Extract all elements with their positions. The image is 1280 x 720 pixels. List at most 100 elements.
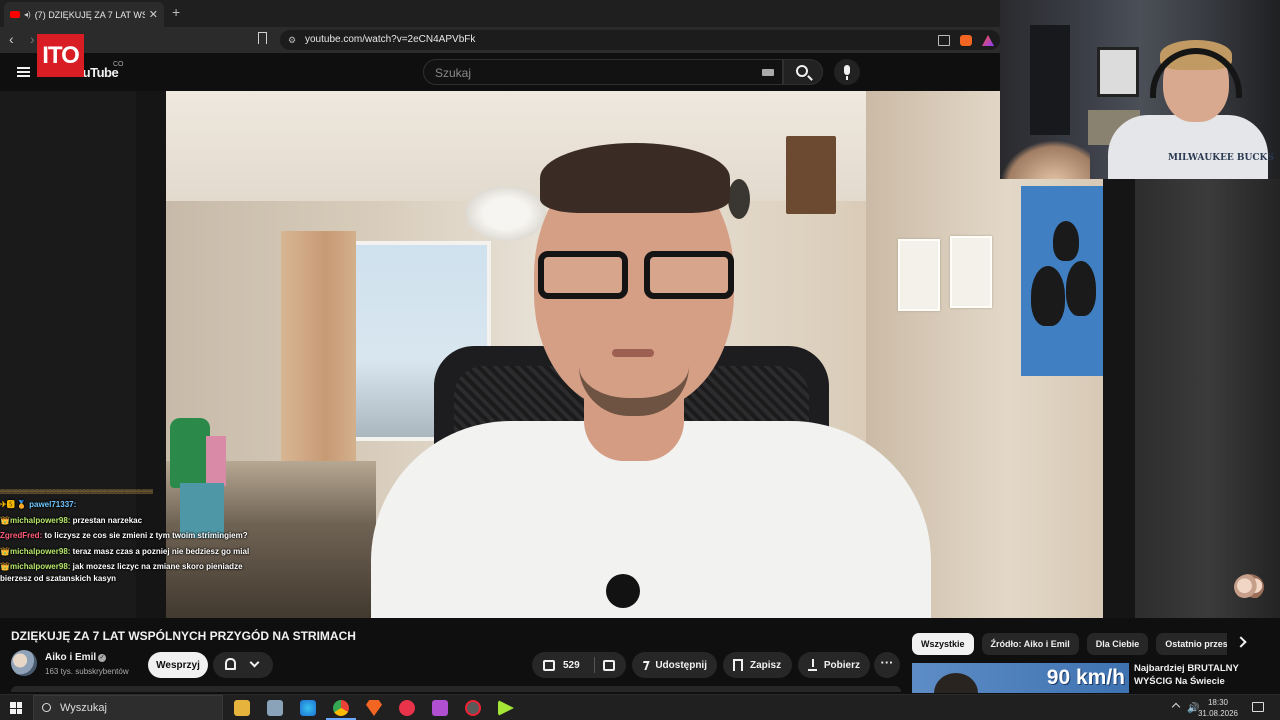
save-label: Zapisz: [750, 659, 782, 671]
tab-close-icon[interactable]: ✕: [149, 8, 158, 21]
cast-icon[interactable]: [938, 35, 950, 46]
video-person-glasses: [536, 251, 736, 303]
description-box[interactable]: [11, 686, 901, 692]
filter-chips: Wszystkie Źródło: Aiko i Emil Dla Ciebie Os…: [912, 633, 1227, 655]
video-player[interactable]: [166, 91, 1103, 618]
more-actions-button[interactable]: ···: [874, 652, 900, 678]
address-bar[interactable]: ⚙ youtube.com/watch?v=2eCN4APVbFk: [280, 30, 1000, 50]
video-bottle: [170, 418, 210, 488]
brave-rewards-icon[interactable]: [982, 35, 994, 46]
taskbar-search-label: Wyszukaj: [60, 702, 107, 714]
voice-search-button[interactable]: [834, 59, 860, 85]
bookmark-icon[interactable]: [258, 32, 267, 44]
chat-message-truncated: ▒▒▒▒▒▒▒▒▒▒▒▒▒▒▒▒▒▒▒▒▒▒▒▒▒▒▒: [0, 489, 154, 494]
glasses-lens-right: [644, 251, 734, 299]
app-green-icon[interactable]: [498, 700, 514, 716]
chevron-right-icon[interactable]: [1235, 636, 1247, 648]
browser-tab[interactable]: ◂) (7) DZIĘKUJĘ ZA 7 LAT WSPÓ ✕: [4, 2, 164, 27]
save-button[interactable]: Zapisz: [723, 652, 792, 678]
thumbnail-face: [934, 673, 978, 693]
brave-icon[interactable]: [366, 700, 382, 716]
search-icon: [796, 65, 808, 77]
channel-name[interactable]: Aiko i Emil: [45, 652, 96, 663]
search-icon: [41, 702, 52, 713]
video-person-mouth: [612, 349, 654, 357]
download-label: Pobierz: [823, 659, 860, 671]
keyboard-icon[interactable]: [762, 69, 774, 76]
save-icon: [733, 659, 743, 671]
glasses-lens-left: [538, 251, 628, 299]
youtube-masthead: YouTube CO Szukaj: [0, 53, 1000, 91]
video-wall-clock: [728, 179, 750, 219]
forward-button[interactable]: ›: [30, 31, 35, 47]
webcam-door: [1030, 25, 1070, 135]
recommended-video-title[interactable]: Najbardziej BRUTALNY WYŚCIG Na Świecie: [1134, 663, 1274, 688]
video-person-hair: [540, 143, 730, 213]
back-button[interactable]: ‹: [9, 31, 14, 47]
brave-shield-icon[interactable]: [960, 35, 972, 46]
taskbar-clock[interactable]: 18:30 31.08.2026: [1196, 697, 1240, 719]
windows-start-icon[interactable]: [10, 702, 22, 714]
notification-icon[interactable]: [1252, 702, 1264, 712]
chevron-down-icon: [249, 657, 260, 668]
chat-badge-icon: 👑: [0, 515, 10, 525]
channel-sticker: [1234, 574, 1264, 600]
chat-username: michalpower98:: [9, 562, 71, 571]
verified-icon: ✓: [98, 654, 106, 662]
video-frame-1: [898, 239, 940, 311]
like-dislike-group: 529: [532, 652, 626, 678]
chat-text: to liczysz ze cos sie zmieni z tym twoim…: [44, 531, 248, 540]
stream-logo: ITO: [37, 34, 84, 77]
chrome-icon[interactable]: [326, 700, 356, 720]
webcam-picture-frame: [1097, 47, 1139, 97]
tray-chevron-up-icon[interactable]: [1171, 702, 1181, 712]
filter-chip[interactable]: Ostatnio przesłane: [1156, 633, 1227, 655]
like-count[interactable]: 529: [563, 660, 580, 671]
site-info-icon[interactable]: ⚙: [288, 35, 296, 46]
chat-text: teraz masz czas a pozniej nie bedziesz g…: [72, 546, 250, 556]
new-tab-button[interactable]: +: [172, 4, 180, 20]
menu-icon[interactable]: [17, 67, 30, 77]
taskbar-date: 31.08.2026: [1197, 709, 1239, 718]
like-divider: [593, 657, 595, 673]
channel-avatar[interactable]: [11, 650, 37, 676]
bell-icon: [225, 658, 236, 670]
filter-chip[interactable]: Dla Ciebie: [1086, 633, 1149, 655]
download-icon: [808, 659, 817, 671]
video-details: DZIĘKUJĘ ZA 7 LAT WSPÓLNYCH PRZYGÓD NA S…: [0, 618, 1280, 693]
thumbnail-text: 90 km/h: [1046, 666, 1125, 689]
chat-message-list: ✈🆂 🏅 pawel71337: 👑michalpower98: przesta…: [0, 499, 250, 584]
chat-badge-icon: 👑: [0, 546, 10, 556]
taskbar-time: 18:30: [1207, 698, 1229, 707]
chat-username: pawel71337:: [29, 500, 77, 509]
poster-bird-3: [1066, 261, 1096, 316]
video-box-pink: [206, 436, 226, 486]
thumbs-up-icon[interactable]: [543, 659, 555, 671]
recommended-video-thumbnail[interactable]: 90 km/h: [912, 663, 1129, 693]
download-button[interactable]: Pobierz: [798, 652, 870, 678]
notifications-button[interactable]: [213, 652, 273, 678]
video-frame-2: [950, 236, 992, 308]
poster-bird-2: [1031, 266, 1065, 326]
edge-icon[interactable]: [300, 700, 316, 716]
share-button[interactable]: Udostępnij: [632, 652, 717, 678]
taskbar-search[interactable]: Wyszukaj: [33, 695, 223, 720]
app-purple-icon[interactable]: [432, 700, 448, 716]
chat-text: przestan narzekac: [72, 515, 143, 525]
app-red-icon[interactable]: [399, 700, 415, 716]
share-icon: [640, 660, 650, 670]
search-input[interactable]: Szukaj: [423, 59, 783, 85]
filter-chip[interactable]: Wszystkie: [912, 633, 974, 655]
webcam-lamp: [1000, 140, 1090, 179]
audio-playing-icon: ◂): [24, 10, 31, 19]
file-explorer-icon[interactable]: [234, 700, 250, 716]
webcam-shirt-text: MILWAUKEE BUCKS: [1168, 153, 1274, 163]
support-button[interactable]: Wesprzyj: [148, 652, 208, 678]
search-button[interactable]: [783, 59, 823, 85]
obs-icon[interactable]: [465, 700, 481, 716]
chat-message: 👑michalpower98: jak mozesz liczyc na zmi…: [0, 561, 250, 584]
filter-chip[interactable]: Źródło: Aiko i Emil: [981, 633, 1079, 655]
files-app-icon[interactable]: [267, 700, 283, 716]
tab-title: (7) DZIĘKUJĘ ZA 7 LAT WSPÓ: [34, 9, 145, 20]
thumbs-down-icon[interactable]: [602, 659, 615, 671]
